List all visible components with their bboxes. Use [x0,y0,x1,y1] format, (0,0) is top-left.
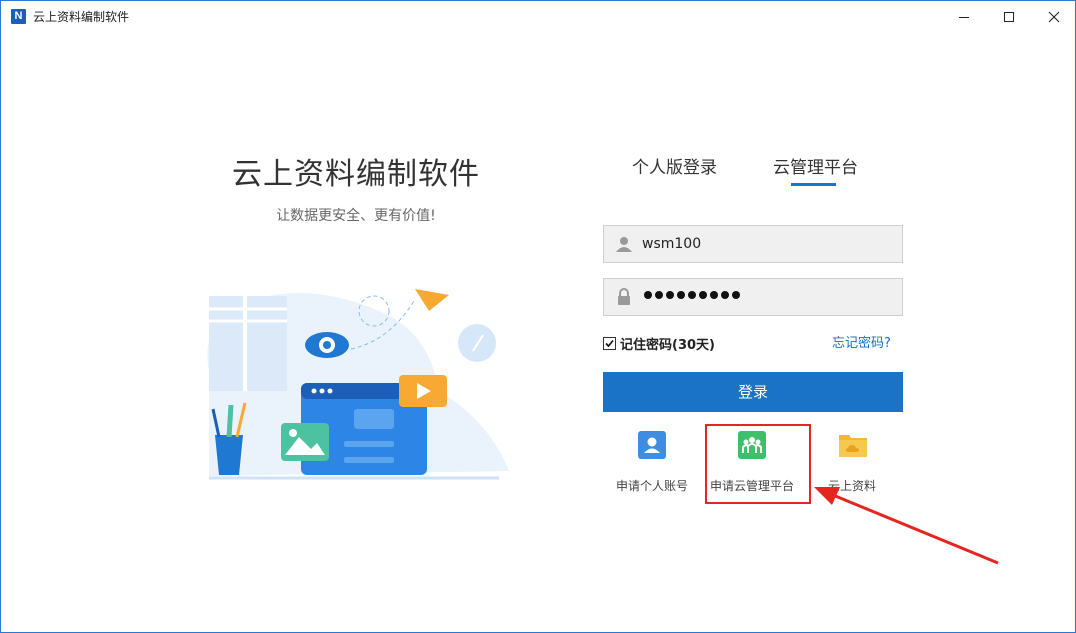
username-field[interactable] [603,225,903,263]
forgot-password-link[interactable]: 忘记密码? [832,332,891,351]
apply-personal-account[interactable]: 申请个人账号 [607,431,697,494]
password-dot [732,291,740,299]
user-card-icon [638,431,666,459]
remember-label: 记住密码(30天) [620,338,715,353]
cloud-folder-icon [838,431,867,459]
maximize-button[interactable] [986,1,1032,32]
password-input[interactable] [644,291,740,299]
checkmark-icon [605,339,614,348]
remember-checkbox[interactable] [603,337,616,350]
hero-title: 云上资料编制软件 [232,157,480,192]
app-window: N 云上资料编制软件 云上资料编制软件 让数据更安全、更有价值! 个人版登录 云… [0,0,1076,633]
username-input[interactable] [642,226,892,262]
close-button[interactable] [1031,1,1075,32]
close-icon [1048,11,1060,22]
title-bar: N 云上资料编制软件 [1,1,1075,32]
password-dot [699,291,707,299]
minimize-icon [959,16,969,18]
password-dot [677,291,685,299]
highlight-annotation-box [705,424,811,504]
tab-personal-login[interactable]: 个人版登录 [632,153,717,178]
hero-subtitle: 让数据更安全、更有价值! [276,208,436,224]
password-dot [688,291,696,299]
maximize-icon [1004,11,1014,22]
user-icon [616,237,632,252]
password-dot [721,291,729,299]
login-button[interactable]: 登录 [603,372,903,412]
active-tab-indicator [791,183,836,186]
app-logo-icon: N [11,9,26,24]
apply-personal-label: 申请个人账号 [615,479,688,493]
minimize-button[interactable] [941,1,987,32]
annotation-arrow-icon [814,487,999,565]
password-dot [644,291,652,299]
password-field[interactable] [603,278,903,316]
remember-password[interactable]: 记住密码(30天) [603,334,715,353]
hero-illustration [207,289,510,480]
tab-cloud-platform[interactable]: 云管理平台 [773,153,858,178]
window-title: 云上资料编制软件 [33,10,130,24]
password-dot [710,291,718,299]
password-dot [666,291,674,299]
lock-icon [618,288,630,305]
password-dot [655,291,663,299]
